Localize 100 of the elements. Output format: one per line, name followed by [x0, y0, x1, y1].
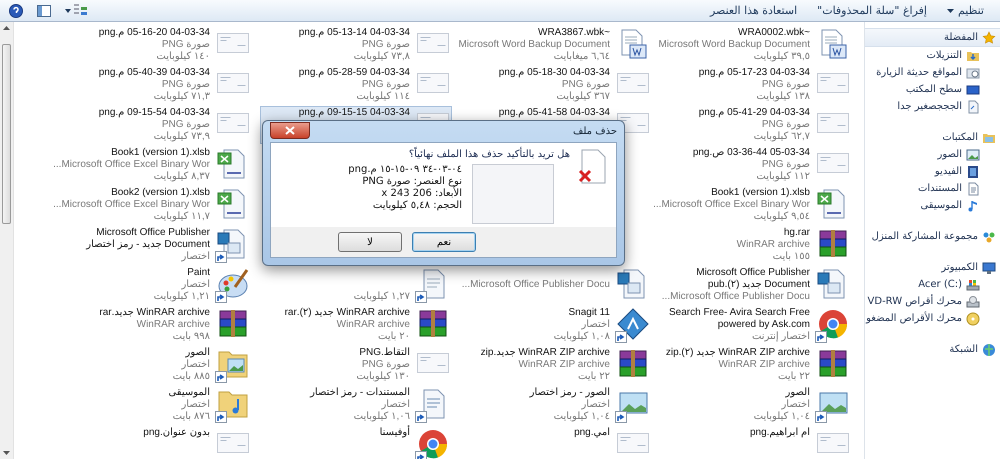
- file-size: ١١٢ كيلوبايت: [756, 171, 810, 183]
- file-name: ام ابراهيم.png: [750, 427, 810, 439]
- file-detail: الحجم: ٥,٤٨ كيلوبايت: [372, 200, 462, 212]
- file-size: ١٣٨ كيلوبايت: [756, 91, 810, 103]
- file-name: ~WRA3867.wbk: [538, 27, 610, 39]
- nav-label: التنزيلات: [926, 50, 962, 61]
- file-name: 04-03-34 05-28-59 م.png: [298, 67, 410, 79]
- nav-label: Acer (C:): [918, 279, 962, 290]
- file-size: ١١٤ كيلوبايت: [356, 91, 410, 103]
- nav-label: المفضلة: [944, 32, 978, 43]
- file-name: 04-03-34 05-41-29 م.png: [698, 107, 810, 119]
- file-type: اختصار: [381, 399, 410, 411]
- file-type: اختصار: [581, 399, 610, 411]
- file-type: صورة PNG: [362, 39, 410, 51]
- file-size: ١١,٧ كيلوبايت: [154, 211, 210, 223]
- file-size: ٢٠ بايت: [378, 331, 410, 343]
- nav-label: الكمبيوتر: [941, 262, 978, 273]
- file-type: صورة PNG: [362, 359, 410, 371]
- file-name: Paint: [187, 267, 210, 279]
- file-type: Microsoft Word Backup Document: [458, 39, 610, 51]
- file-name: WinRAR ZIP archive جديد.zip: [480, 347, 610, 359]
- file-name: Book1 (version 1).xlsb: [711, 187, 810, 199]
- file-size: ٨,٣٧ كيلوبايت: [154, 171, 210, 183]
- file-size: ١٤٠ كيلوبايت: [156, 51, 210, 63]
- file-type: اختصار: [181, 359, 210, 371]
- file-name: 04-03-34 05-17-23 م.png: [698, 67, 810, 79]
- file-type: Microsoft Word Backup Document: [658, 39, 810, 51]
- file-type: WinRAR ZIP archive: [518, 359, 610, 371]
- file-type: WinRAR ZIP archive: [718, 359, 810, 371]
- file-name: ~WRA0002.wbk: [738, 27, 810, 39]
- file-size: ٧٣,٨ كيلوبايت: [354, 51, 410, 63]
- file-size: ٩,٥٤ كيلوبايت: [754, 211, 810, 223]
- file-name: WinRAR ZIP archive جديد (٢).zip: [666, 347, 810, 359]
- file-type: اختصار: [581, 319, 610, 331]
- file-type: WinRAR archive: [136, 319, 210, 331]
- file-size: ١٥٥ بايت: [772, 251, 810, 263]
- file-detail: الأبعاد: 206 x 243: [380, 188, 462, 200]
- file-name: 05-03-34 03-36-44 ص.png: [692, 147, 810, 159]
- nav-label: المستندات: [918, 183, 962, 194]
- nav-label: محرك أقراص VD-RW: [868, 296, 962, 307]
- nav-label: محرك الأقراص المضغو: [866, 313, 962, 324]
- file-name: امي.png: [574, 427, 610, 439]
- file-name: الصور: [186, 347, 210, 359]
- file-name: 04-03-34 09-15-54 م.png: [98, 107, 210, 119]
- file-size: ٦,٦٤ ميغابايت: [554, 51, 610, 63]
- file-size: ٩٩٨ بايت: [172, 331, 210, 343]
- file-name: Snagit 11: [568, 307, 610, 319]
- file-name: الصور - رمز اختصار: [530, 387, 610, 399]
- file-size: ١,٠٤ كيلوبايت: [754, 411, 810, 423]
- file-name: 04-03-34 05-13-14 م.png: [298, 27, 410, 39]
- file-size: ٢٢ بايت: [778, 371, 810, 383]
- nav-label: المكتبات: [942, 132, 978, 143]
- nav-label: الشبكة: [949, 344, 978, 355]
- file-size: ١,٢٧ كيلوبايت: [354, 291, 410, 303]
- nav-label: الصور: [938, 149, 962, 160]
- confirm-question: هل تريد بالتأكيد حذف هذا الملف نهائياً؟: [279, 149, 570, 160]
- file-type: صورة PNG: [362, 79, 410, 91]
- file-detail: نوع العنصر: صورة PNG: [361, 176, 462, 187]
- file-size: ١,٠٤ كيلوبايت: [554, 411, 610, 423]
- file-type: Microsoft Office Publisher Docu...: [462, 279, 610, 291]
- file-size: ٢٢ بايت: [578, 371, 610, 383]
- file-type: اختصار إنترنت: [752, 331, 810, 343]
- file-name: WinRAR archive جديد.rar: [99, 307, 210, 319]
- nav-label: سطح المكتب: [906, 84, 962, 95]
- file-name: Book2 (version 1).xlsb: [111, 187, 210, 199]
- file-type: WinRAR archive: [336, 319, 410, 331]
- file-type: اختصار: [181, 279, 210, 291]
- file-type: Microsoft Office Publisher Docu...: [662, 291, 810, 303]
- file-type: اختصار: [181, 251, 210, 263]
- file-name: hg.rar: [784, 227, 810, 239]
- nav-label: الموسيقى: [920, 200, 962, 211]
- file-type: صورة PNG: [162, 119, 210, 131]
- file-type: صورة PNG: [762, 159, 810, 171]
- file-name: 04-03-34 09-15-15 م.png: [298, 107, 410, 119]
- file-type: اختصار: [781, 399, 810, 411]
- file-size: ٣٩,٥ كيلوبايت: [754, 51, 810, 63]
- file-size: ١,٠٦ كيلوبايت: [354, 411, 410, 423]
- dialog-title: حذف ملف: [573, 126, 617, 137]
- file-type: WinRAR archive: [736, 239, 810, 251]
- file-name: التقاط.PNG: [359, 347, 410, 359]
- nav-label: الفيديو: [934, 166, 962, 177]
- file-name: WinRAR archive جديد (٢).rar: [284, 307, 410, 319]
- file-size: ٧٣,٩ كيلوبايت: [154, 131, 210, 143]
- file-name: Book1 (version 1).xlsb: [111, 147, 210, 159]
- file-name: المستندات - رمز اختصار: [310, 387, 410, 399]
- file-size: ٨٧٦ بايت: [172, 411, 210, 423]
- nav-label: الجججصغير جدا: [897, 101, 962, 112]
- file-name: Search Free- Avira Search Free powered by Ask.com: [668, 307, 810, 331]
- file-name: بدون عنوان.png: [143, 427, 210, 439]
- file-type: Microsoft Office Excel Binary Wor...: [653, 199, 810, 211]
- nav-label: مجموعة المشاركة المنزل: [872, 231, 978, 242]
- file-name: الموسيقى: [168, 387, 210, 399]
- file-name: الصور: [786, 387, 810, 399]
- file-type: صورة PNG: [162, 79, 210, 91]
- file-size: ١,٢١ كيلوبايت: [154, 291, 210, 303]
- file-name: 04-03-34 05-16-20 م.png: [98, 27, 210, 39]
- file-name: ٠٤-٠٣-٣٤ ٠٩-١٥-١٥ م.png: [348, 164, 462, 176]
- file-type: صورة PNG: [162, 39, 210, 51]
- file-size: ١,٠٨ كيلوبايت: [554, 331, 610, 343]
- file-type: اختصار: [181, 399, 210, 411]
